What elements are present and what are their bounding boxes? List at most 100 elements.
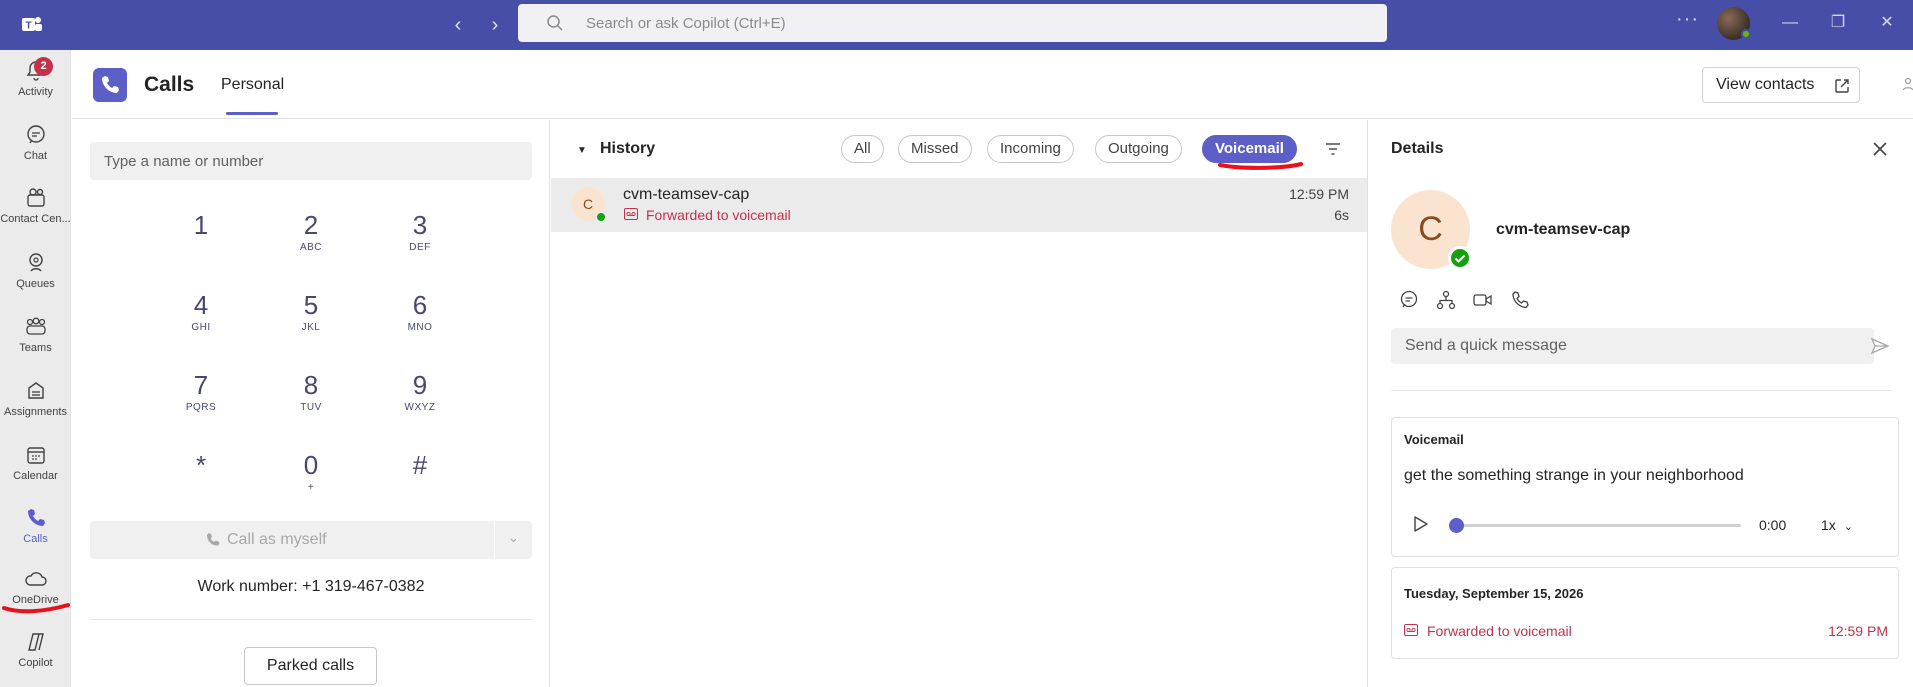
dial-key-7[interactable]: 7 PQRS [161, 370, 241, 430]
key-number: 2 [303, 210, 319, 240]
key-letters: JKL [301, 322, 321, 333]
dial-key-0[interactable]: 0 + [271, 450, 351, 510]
close-window-icon[interactable]: ✕ [1872, 10, 1902, 36]
call-as-myself-button[interactable]: Call as myself ⌄ [90, 521, 532, 559]
dial-key-4[interactable]: 4 GHI [161, 290, 241, 350]
dial-key-2[interactable]: 2 ABC [271, 210, 351, 270]
play-icon[interactable] [1410, 514, 1430, 534]
history-call-duration: 6s [1334, 207, 1349, 223]
open-external-icon [1835, 79, 1849, 93]
chevron-down-icon: ⌄ [1843, 521, 1853, 533]
more-options-icon[interactable]: ··· [1676, 8, 1699, 31]
forward-arrow-icon[interactable]: › [482, 12, 508, 38]
voicemail-progress-track[interactable] [1455, 524, 1741, 527]
annotation-underline-voicemail [1218, 162, 1303, 170]
key-number: 6 [412, 290, 428, 320]
cloud-icon [24, 572, 47, 586]
search-input[interactable] [586, 4, 1366, 42]
user-presence-indicator [1741, 29, 1751, 39]
call-date-time: 12:59 PM [1828, 623, 1888, 639]
filter-missed[interactable]: Missed [898, 135, 972, 163]
phone-icon [27, 509, 45, 526]
history-call-time: 12:59 PM [1289, 186, 1349, 202]
details-pane: Details C cvm-teamsev-cap Voicemail get … [1369, 120, 1913, 687]
filter-voicemail[interactable]: Voicemail [1202, 135, 1297, 163]
rail-item-activity[interactable]: 2 Activity [0, 57, 71, 119]
teams-logo-icon: T [22, 17, 42, 32]
voicemail-progress-thumb[interactable] [1449, 518, 1464, 533]
chevron-down-icon[interactable]: ⌄ [508, 530, 519, 546]
voicemail-card-title: Voicemail [1404, 432, 1464, 447]
chat-icon [26, 125, 45, 144]
rail-item-onedrive[interactable]: OneDrive [0, 567, 71, 627]
dial-key-1[interactable]: 1 [161, 210, 241, 270]
dial-key-3[interactable]: 3 DEF [380, 210, 460, 270]
rail-label: Copilot [18, 657, 53, 669]
filter-icon[interactable] [1324, 140, 1342, 158]
parked-calls-button[interactable]: Parked calls [244, 647, 377, 685]
work-number: Work number: +1 319-467-0382 [197, 578, 425, 595]
tab-personal[interactable]: Personal [221, 76, 284, 94]
people-settings-icon[interactable] [1902, 76, 1913, 94]
key-number: 9 [412, 370, 428, 400]
rail-item-calendar[interactable]: Calendar [0, 443, 71, 503]
app-rail: 2 Activity Chat Contact Cen... Queues Te… [0, 50, 71, 687]
rail-label: Contact Cen... [0, 213, 71, 225]
key-letters: WXYZ [404, 402, 436, 413]
dial-key-hash[interactable]: # [380, 450, 460, 510]
dial-key-6[interactable]: 6 MNO [380, 290, 460, 350]
rail-label: Teams [19, 342, 52, 354]
dial-key-5[interactable]: 5 JKL [271, 290, 351, 350]
assignments-icon [27, 382, 44, 399]
close-icon[interactable] [1871, 140, 1889, 158]
search-box[interactable] [518, 4, 1387, 42]
playback-speed-select[interactable]: 1x ⌄ [1821, 517, 1853, 533]
video-call-icon[interactable] [1472, 289, 1494, 311]
rail-item-queues[interactable]: Queues [0, 251, 71, 311]
rail-item-contact-center[interactable]: Contact Cen... [0, 186, 71, 246]
key-letters: PQRS [185, 402, 217, 413]
send-icon[interactable] [1870, 336, 1890, 356]
contact-name: cvm-teamsev-cap [1496, 221, 1631, 238]
collapse-caret-icon[interactable]: ▼ [577, 145, 587, 156]
rail-label: Queues [16, 278, 55, 290]
details-title: Details [1391, 140, 1444, 157]
rail-item-teams[interactable]: Teams [0, 315, 71, 375]
restore-icon[interactable]: ❐ [1823, 10, 1853, 36]
key-number: 5 [303, 290, 319, 320]
dial-number-input[interactable] [90, 142, 532, 180]
history-row[interactable]: C cvm-teamsev-cap Forwarded to voicemail… [551, 178, 1367, 232]
history-call-status: Forwarded to voicemail [646, 207, 791, 223]
dial-key-star[interactable]: * [161, 450, 241, 510]
call-button-separator [494, 521, 495, 559]
history-contact-name: cvm-teamsev-cap [623, 186, 750, 203]
title-bar: T ‹ › ··· — ❐ ✕ [0, 0, 1913, 50]
phone-icon[interactable] [1509, 289, 1531, 311]
filter-all[interactable]: All [841, 135, 884, 163]
key-number: 3 [412, 210, 428, 240]
key-number: 4 [193, 290, 209, 320]
rail-label: Calls [23, 533, 48, 545]
chat-icon[interactable] [1398, 289, 1420, 311]
annotation-underline-calls [2, 603, 70, 614]
back-arrow-icon[interactable]: ‹ [445, 12, 471, 38]
rail-item-copilot[interactable]: Copilot [0, 630, 71, 687]
org-chart-icon[interactable] [1435, 289, 1457, 311]
minimize-icon[interactable]: — [1775, 10, 1805, 36]
dial-key-9[interactable]: 9 WXYZ [380, 370, 460, 430]
filter-incoming[interactable]: Incoming [987, 135, 1074, 163]
view-contacts-button[interactable]: View contacts [1702, 67, 1860, 103]
key-letters: GHI [191, 322, 211, 333]
history-pane: ▼ History All Missed Incoming Outgoing V… [551, 120, 1368, 687]
filter-outgoing[interactable]: Outgoing [1095, 135, 1182, 163]
history-title: History [600, 140, 656, 157]
dial-key-8[interactable]: 8 TUV [271, 370, 351, 430]
rail-item-chat[interactable]: Chat [0, 123, 71, 183]
quick-message-input[interactable] [1391, 328, 1874, 364]
rail-label: Chat [23, 150, 48, 162]
rail-item-calls[interactable]: Calls [0, 506, 71, 566]
key-letters: + [307, 482, 315, 493]
rail-item-assignments[interactable]: Assignments [0, 379, 71, 439]
voicemail-card: Voicemail get the something strange in y… [1391, 417, 1899, 557]
contact-center-icon [26, 188, 45, 207]
